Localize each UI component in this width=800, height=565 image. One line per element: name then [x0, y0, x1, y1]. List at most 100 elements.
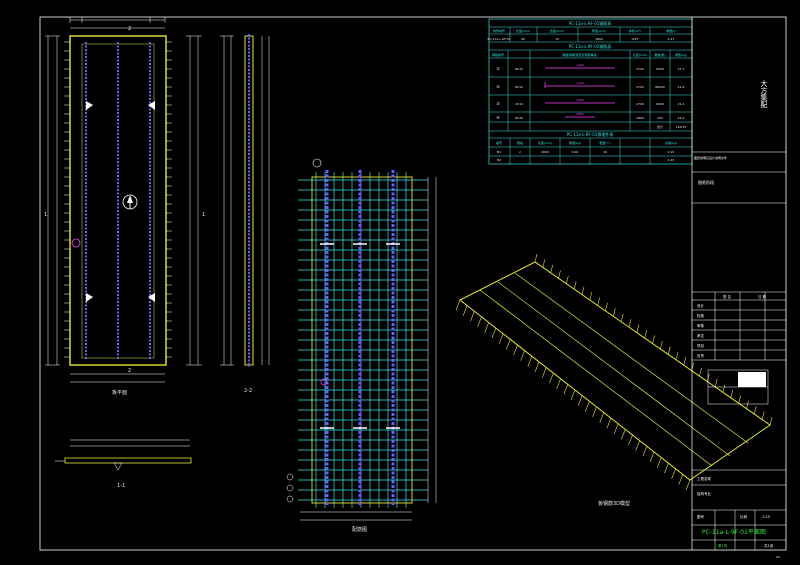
iso-tick — [656, 457, 662, 468]
plan-dimension-bottom — [70, 373, 165, 383]
iso-tick — [589, 291, 593, 301]
iso-tick — [570, 389, 576, 401]
iso-tick — [660, 340, 663, 350]
rebar-dimension-right — [427, 177, 437, 503]
iso-tick — [599, 412, 605, 423]
table-row1-width: 70 — [555, 37, 559, 41]
table-header-thick: 厚度(mm) — [592, 28, 606, 33]
cad-drawing-canvas: 1 1 2 2 板平面 2-2 1-1 配筋图 板钢筋3D模型 PC-11a-L… — [39, 16, 787, 559]
embed-r1-0: M1 — [497, 150, 502, 154]
iso-tick — [527, 356, 533, 367]
rebar-mark-top — [312, 158, 322, 168]
iso-tick — [699, 368, 702, 377]
iso-tick — [470, 311, 475, 322]
iso-tick — [498, 333, 504, 344]
rebar-row-len: 4700 — [636, 85, 644, 89]
iso-tick — [730, 389, 734, 398]
iso-tick — [566, 275, 569, 284]
title-logo-fill — [738, 372, 766, 387]
rebar-row-len: 2700 — [636, 102, 644, 106]
rebar-row-num: 230 — [657, 116, 663, 120]
role-lead: 负责 — [697, 353, 705, 358]
rebar-row-4: ④ 8C10 2800 2800 230 21.9 — [496, 112, 684, 120]
iso-tick — [563, 384, 569, 395]
rebar-header-num: 根数(根) — [654, 52, 665, 57]
role-review: 审核 — [697, 323, 705, 328]
rebar-row-shape: 1200 — [576, 98, 584, 102]
iso-tick — [714, 378, 718, 388]
iso-tick — [506, 339, 511, 350]
page-value: 共1页 — [764, 543, 774, 548]
iso-tick — [761, 411, 765, 420]
iso-tick — [577, 395, 583, 406]
company-name: 大方集配 — [760, 79, 768, 109]
iso-tick — [635, 440, 640, 451]
table-header-len: 长度(mm) — [516, 28, 530, 33]
rebar-row-num: 9600 — [656, 102, 664, 106]
iso-view-label: 板钢筋3D模型 — [598, 500, 630, 507]
rebar-row-spec: 2C10 — [515, 102, 523, 106]
iso-tick — [683, 357, 687, 366]
iso-tick — [484, 322, 490, 333]
iso-tick — [644, 329, 647, 339]
iso-tick — [556, 378, 561, 389]
drawing-stage: 图纸阶段 — [698, 179, 714, 185]
iso-tick — [675, 351, 679, 360]
sign-header: 签 名 — [723, 294, 731, 299]
plan-cut-mark-1-left: 1 — [44, 212, 47, 218]
drawing-note: 图纸说明见设计说明文件 — [694, 155, 727, 160]
iso-tick — [628, 319, 632, 328]
rebar-header-id: 钢筋编号 — [492, 52, 504, 57]
iso-tick — [549, 373, 554, 384]
title-block: 大方集配 图纸说明见设计说明文件 图纸阶段 签 名 日 期 设计 校核 审核 审… — [691, 17, 786, 559]
table-title-main: PC-11a-L-9F-01钢筋表 — [569, 20, 612, 26]
meta-project: 工程名称 — [697, 476, 711, 481]
iso-tick — [636, 324, 640, 333]
section-slab-outline — [64, 457, 192, 464]
table-header-vol: 体积(m³) — [629, 28, 641, 33]
iso-tick — [613, 423, 619, 434]
embed-header-0: 编号 — [496, 140, 502, 145]
sheet-label: 图号 — [697, 514, 705, 519]
rebar-total-value: 166.35 — [676, 125, 687, 129]
rebar-row-1: ① 8C10 1200 4700 6000 21.7 — [496, 63, 684, 71]
table-row1-len: 60 — [521, 37, 525, 41]
iso-tick — [671, 468, 676, 479]
iso-tick — [513, 344, 518, 356]
embed-r2-5: 2.15 — [668, 158, 675, 162]
iso-tick — [491, 328, 497, 339]
rebar-view-label: 配筋图 — [352, 526, 367, 533]
table-header-id: 构件编号 — [493, 28, 505, 33]
plan-truss-rebars — [85, 42, 151, 360]
rebar-mesh — [298, 172, 428, 508]
plan-dimension-right — [186, 35, 202, 366]
scale-value: 1:25 — [762, 515, 770, 519]
rebar-row-wt: 21.9 — [678, 85, 685, 89]
iso-tick — [754, 406, 757, 415]
iso-tick — [621, 429, 626, 440]
rebar-row-len: 4700 — [636, 67, 644, 71]
plan-view-label: 板平面 — [112, 389, 127, 396]
iso-tick — [652, 335, 655, 344]
table-row1-wt: 2.47 — [668, 37, 675, 41]
role-approve: 审定 — [697, 333, 705, 338]
embed-header-4: 数量(个) — [599, 140, 610, 145]
role-check: 校核 — [697, 313, 705, 318]
plan-view: 1 1 2 2 板平面 — [44, 17, 205, 396]
embed-header-3: 重量(kg) — [569, 140, 581, 145]
iso-tick — [455, 299, 461, 311]
iso-tick — [746, 400, 749, 409]
embed-header-5: 总重(kg) — [665, 140, 677, 145]
iso-tick — [606, 418, 612, 429]
table-row1-vol: 0.87 — [632, 37, 639, 41]
iso-tick — [462, 305, 468, 316]
meta-discipline: 结构专业 — [697, 491, 711, 496]
rebar-view: 配筋图 — [286, 158, 437, 533]
embed-header-1: 规格 — [517, 140, 523, 145]
iso-tick — [605, 302, 608, 311]
rebar-row-shape: 1200 — [576, 63, 584, 67]
iso-tick — [649, 451, 655, 462]
iso-tick — [707, 373, 710, 382]
embed-r2-0: M2 — [497, 158, 502, 162]
iso-edge-ticks — [455, 253, 773, 491]
